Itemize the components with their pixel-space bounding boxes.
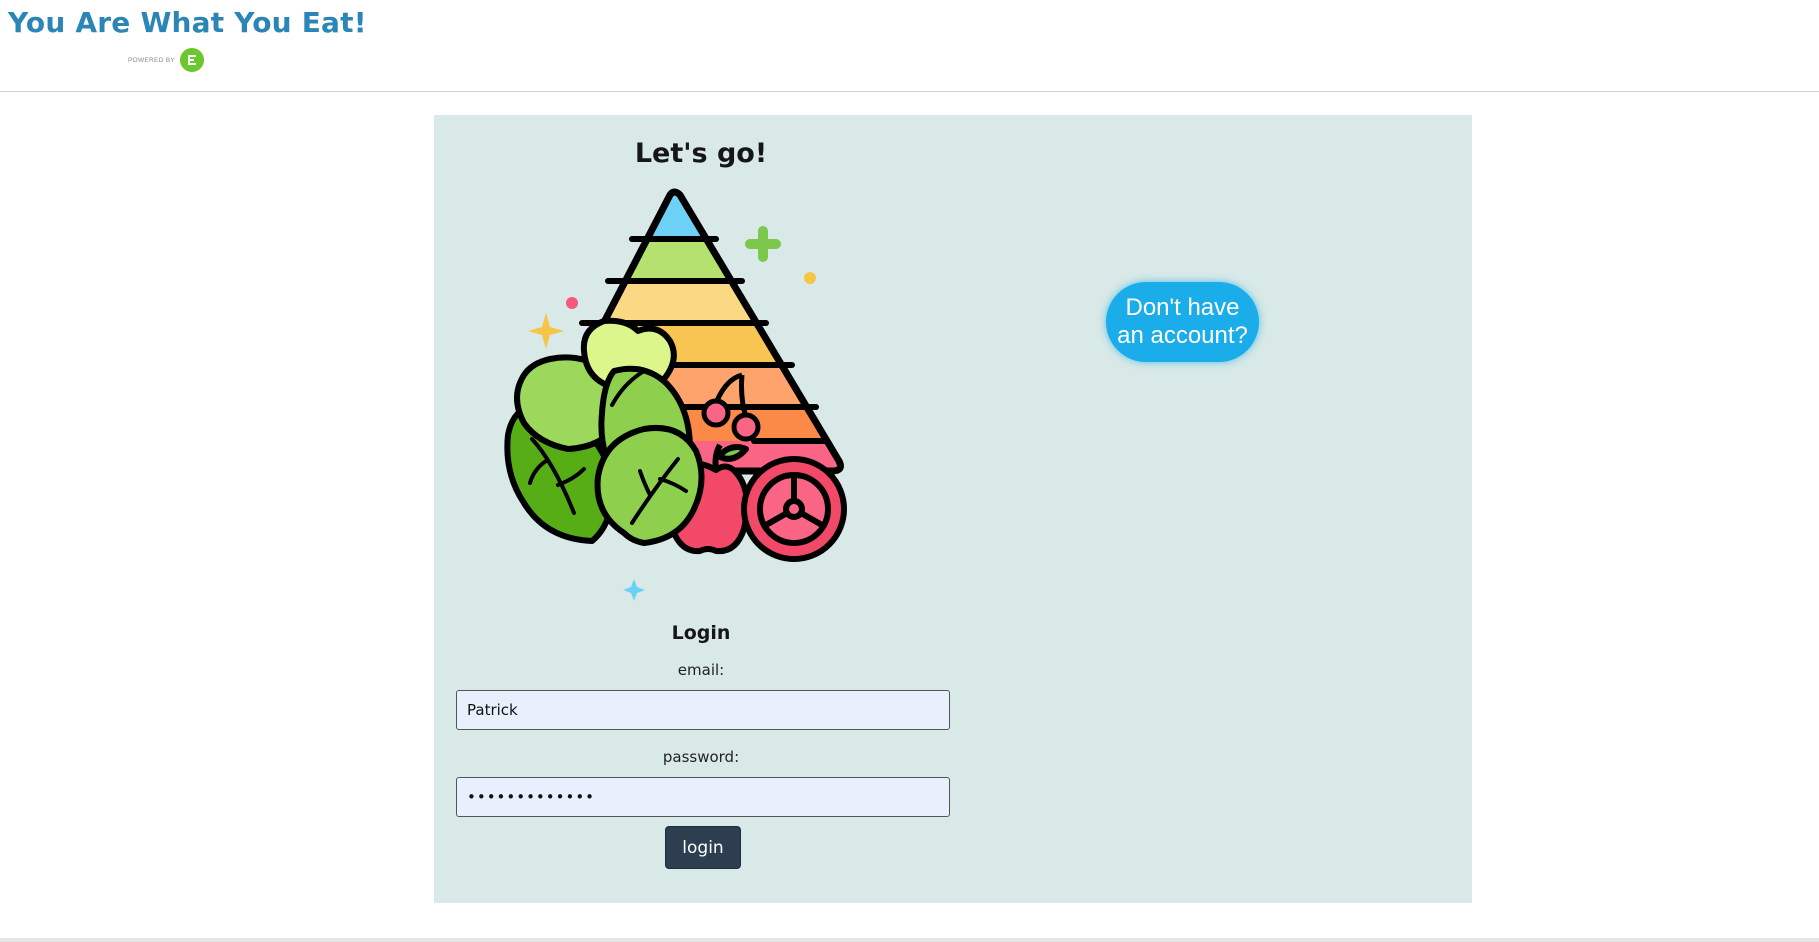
auth-panel: Let's go! Login email: Patrick password:… bbox=[434, 115, 1472, 903]
powered-by-text: POWERED BY bbox=[128, 56, 176, 64]
signup-button[interactable]: Don't have an account? bbox=[1106, 282, 1259, 362]
food-pyramid-illustration bbox=[504, 188, 847, 601]
email-field[interactable] bbox=[456, 690, 950, 730]
app-title[interactable]: You Are What You Eat! bbox=[8, 6, 367, 39]
password-field[interactable] bbox=[456, 777, 950, 817]
bottom-scrollbar[interactable] bbox=[0, 938, 1819, 942]
login-button[interactable]: login bbox=[665, 826, 741, 869]
password-label: password: bbox=[662, 748, 740, 766]
app-header: You Are What You Eat! POWERED BY bbox=[0, 0, 1819, 92]
login-title: Login bbox=[671, 622, 731, 644]
brand-logo-icon bbox=[180, 48, 205, 72]
page-heading: Let's go! bbox=[634, 138, 768, 169]
email-label: email: bbox=[677, 661, 725, 679]
powered-by-badge[interactable]: POWERED BY bbox=[128, 48, 205, 72]
